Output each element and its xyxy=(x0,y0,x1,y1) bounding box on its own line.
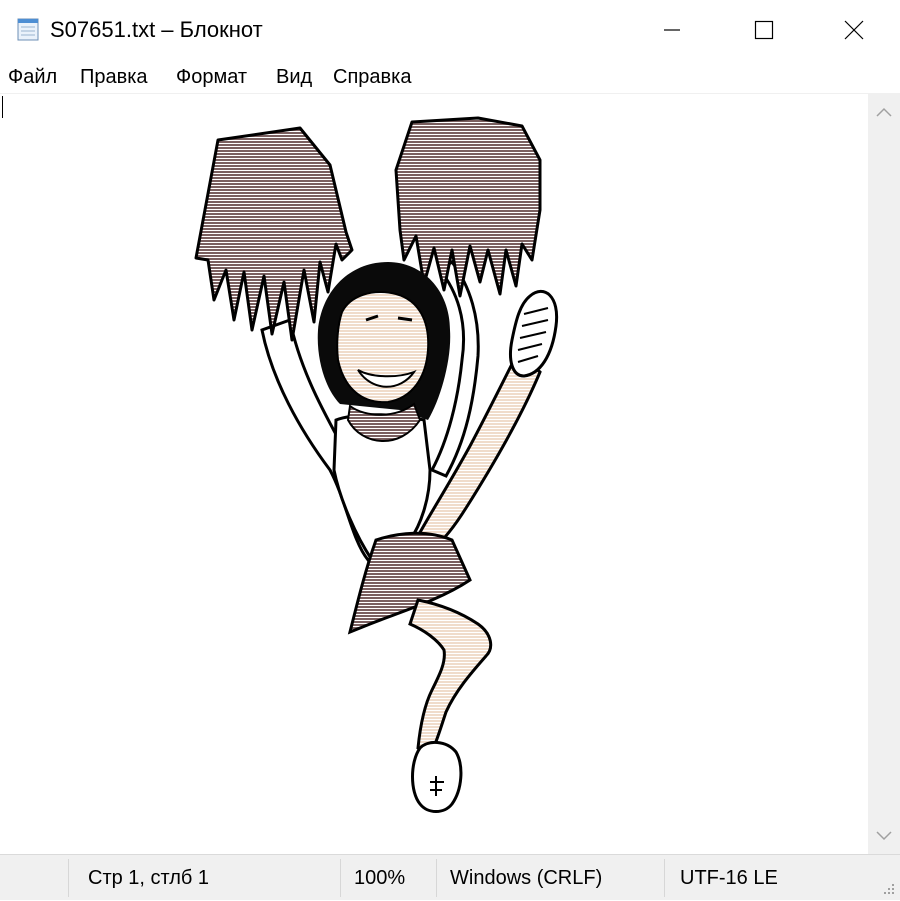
close-button[interactable] xyxy=(808,0,900,60)
minimize-button[interactable] xyxy=(626,0,718,60)
resize-grip-icon[interactable] xyxy=(882,882,896,896)
status-separator xyxy=(664,859,665,897)
menu-format[interactable]: Формат xyxy=(176,64,247,90)
window-title: S07651.txt – Блокнот xyxy=(50,17,263,42)
menu-view[interactable]: Вид xyxy=(276,64,312,90)
scroll-up-button[interactable] xyxy=(868,94,900,130)
text-editor-area[interactable] xyxy=(0,94,868,854)
title-bar[interactable]: S07651.txt – Блокнот xyxy=(0,0,900,60)
maximize-icon xyxy=(754,20,774,40)
minimize-icon xyxy=(664,29,680,31)
chevron-down-icon xyxy=(876,831,892,841)
maximize-button[interactable] xyxy=(718,0,810,60)
notepad-icon xyxy=(17,18,39,41)
close-icon xyxy=(844,20,864,40)
menu-file[interactable]: Файл xyxy=(8,64,57,90)
chevron-up-icon xyxy=(876,107,892,117)
status-separator xyxy=(436,859,437,897)
zoom-level: 100% xyxy=(354,867,406,889)
menu-bar: Файл Правка Формат Вид Справка xyxy=(0,60,900,94)
status-bar: Стр 1, стлб 1 100% Windows (CRLF) UTF-16… xyxy=(0,854,900,900)
menu-edit[interactable]: Правка xyxy=(80,64,148,90)
status-separator xyxy=(68,859,69,897)
cursor-position: Стр 1, стлб 1 xyxy=(88,867,210,889)
scroll-down-button[interactable] xyxy=(868,818,900,854)
vertical-scrollbar[interactable] xyxy=(868,94,900,854)
cheerleader-ascii-art xyxy=(194,116,559,813)
status-separator xyxy=(340,859,341,897)
menu-help[interactable]: Справка xyxy=(333,64,411,90)
line-endings: Windows (CRLF) xyxy=(450,867,603,889)
encoding: UTF-16 LE xyxy=(680,867,778,889)
